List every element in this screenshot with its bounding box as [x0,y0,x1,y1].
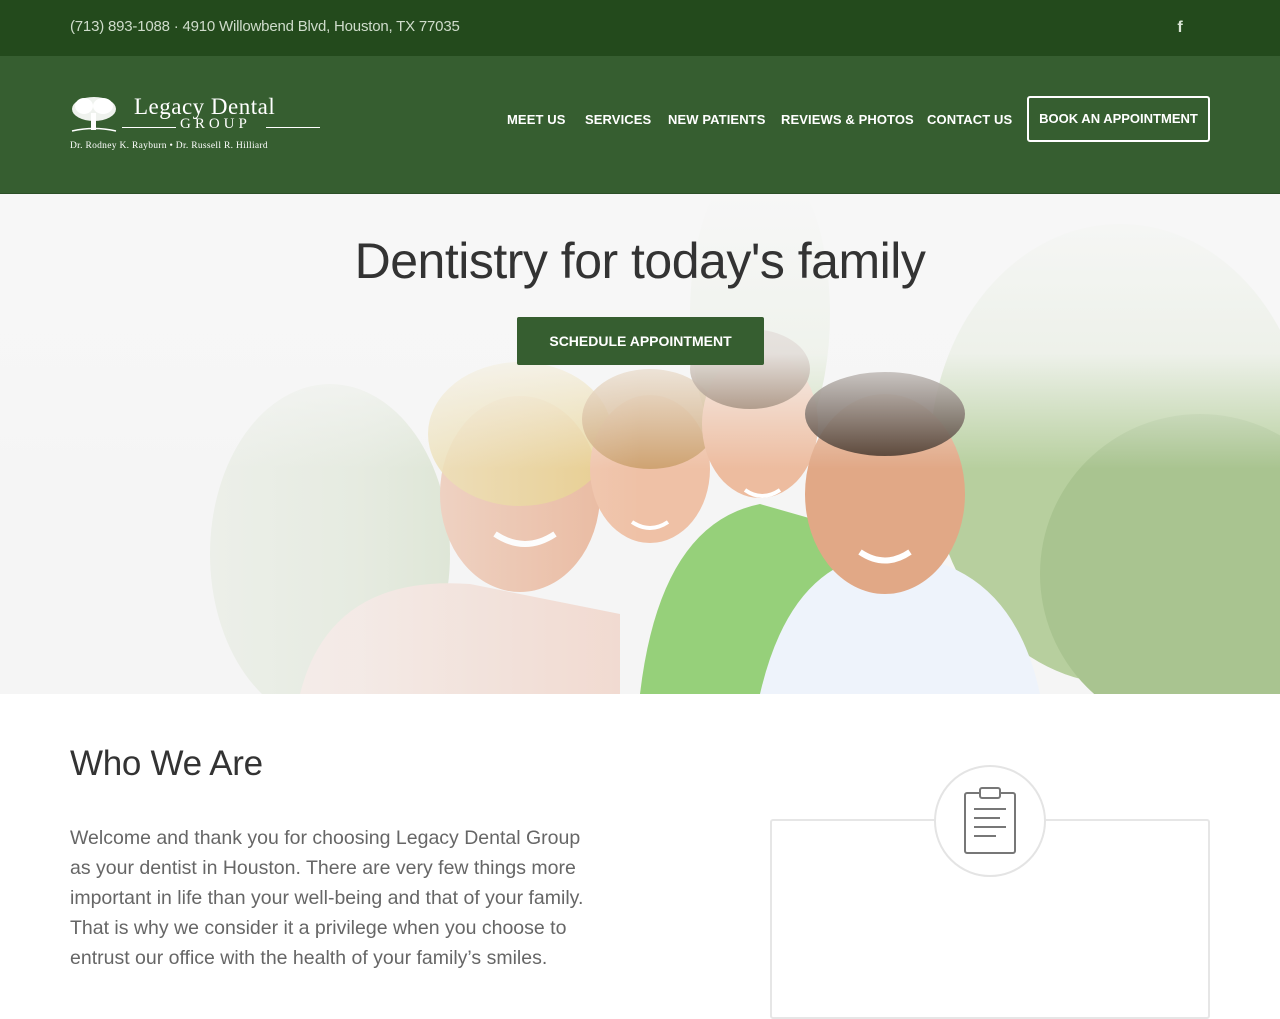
schedule-appointment-button[interactable]: SCHEDULE APPOINTMENT [517,317,764,365]
hero-banner: Dentistry for today's family SCHEDULE AP… [0,194,1280,694]
nav-contact-us[interactable]: CONTACT US [927,112,1012,128]
who-we-are-heading: Who We Are [70,744,263,783]
nav-new-patients[interactable]: NEW PATIENTS [668,112,766,128]
contact-info: (713) 893-1088 · 4910 Willowbend Blvd, H… [70,18,460,35]
site-header: Legacy Dental GROUP Dr. Rodney K. Raybur… [0,56,1280,194]
logo-divider-right [266,127,320,128]
site-logo[interactable]: Legacy Dental GROUP Dr. Rodney K. Raybur… [70,94,322,156]
tree-icon [71,97,117,132]
nav-reviews-photos[interactable]: REVIEWS & PHOTOS [781,112,914,128]
book-appointment-button[interactable]: BOOK AN APPOINTMENT [1027,96,1210,142]
who-we-are-text: Welcome and thank you for choosing Legac… [70,827,584,969]
clipboard-icon [964,787,1016,854]
top-info-bar: (713) 893-1088 · 4910 Willowbend Blvd, H… [0,0,1280,56]
hero-title: Dentistry for today's family [354,233,926,289]
facebook-icon[interactable]: f [1170,18,1190,38]
logo-divider-left [122,127,176,128]
logo-doctors: Dr. Rodney K. Rayburn • Dr. Russell R. H… [70,141,268,151]
logo-subtitle: GROUP [180,116,251,132]
nav-meet-us[interactable]: MEET US [507,112,565,128]
nav-services[interactable]: SERVICES [585,112,651,128]
